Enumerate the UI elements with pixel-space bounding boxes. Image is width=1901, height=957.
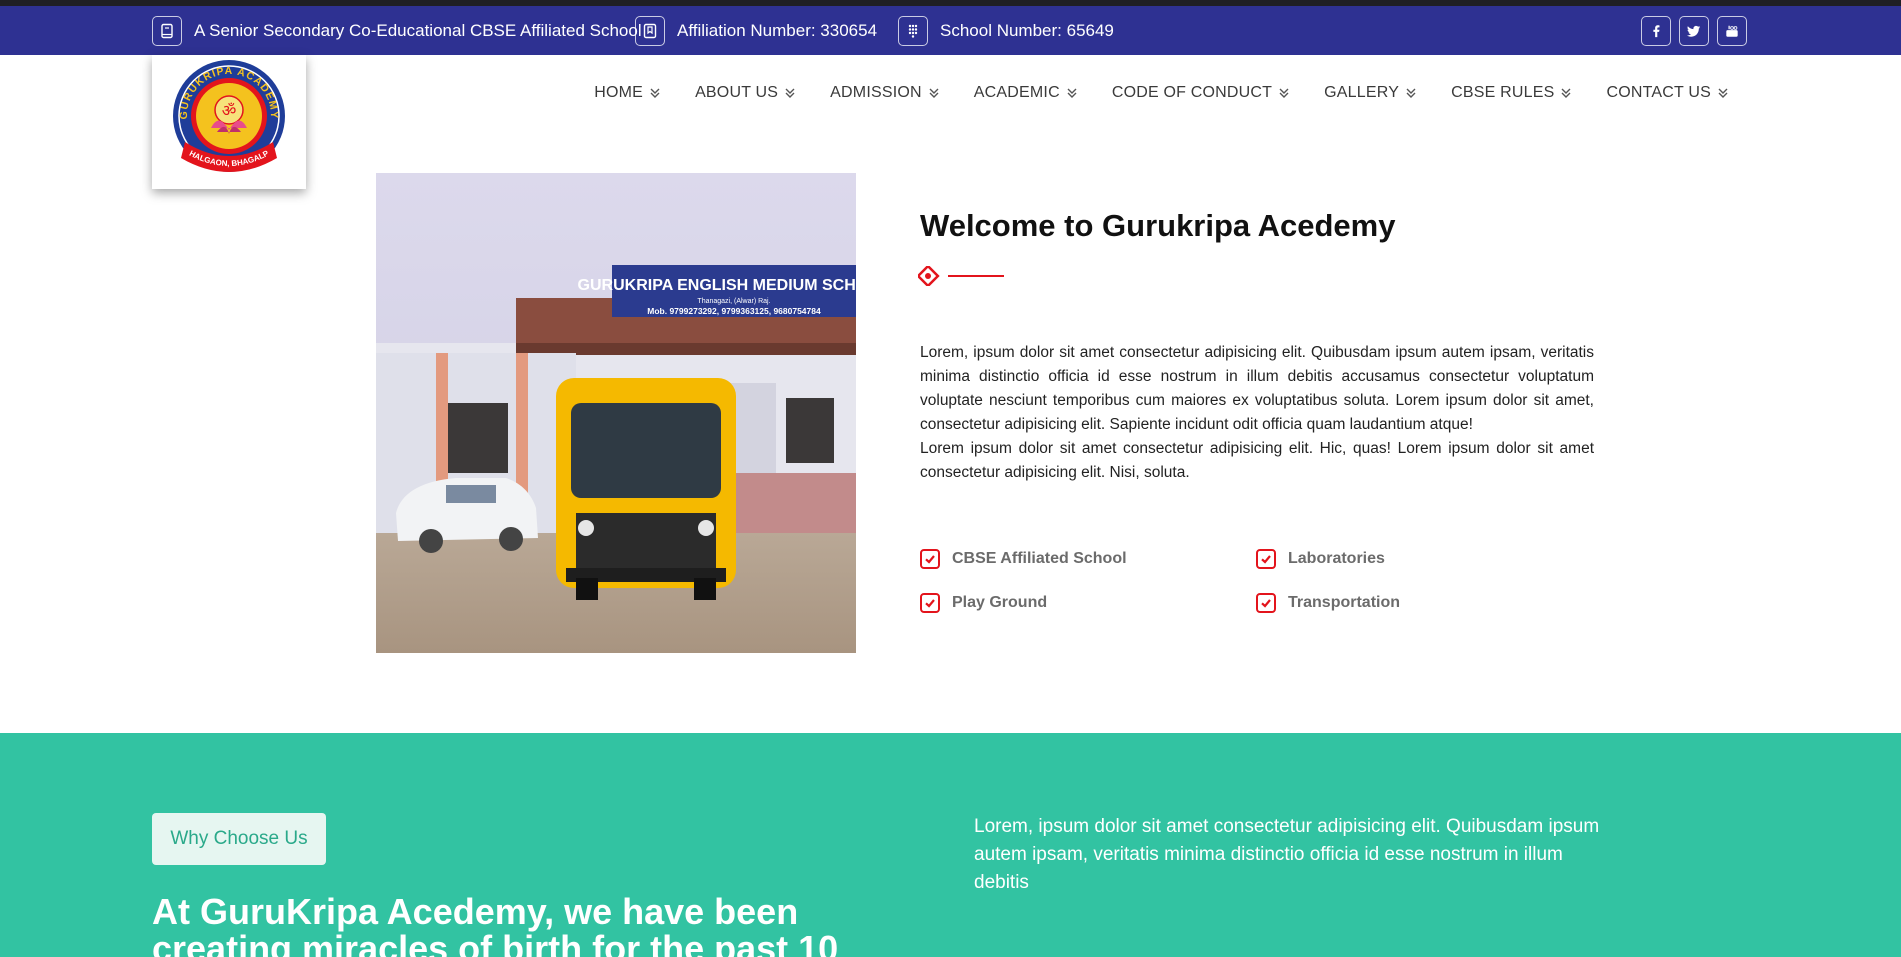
svg-text:Mob. 9799273292, 9799363125, 9: Mob. 9799273292, 9799363125, 9680754784 xyxy=(647,306,821,316)
info-bar: A Senior Secondary Co-Educational CBSE A… xyxy=(0,6,1901,55)
facebook-icon[interactable] xyxy=(1641,16,1671,46)
info-affiliation: Affiliation Number: 330654 xyxy=(635,16,877,46)
feature-label: Play Ground xyxy=(952,594,1048,611)
affiliation-text: Affiliation Number: 330654 xyxy=(677,21,878,40)
main-nav: HOME ABOUT US ADMISSION ACADEMIC CODE OF CON… xyxy=(594,84,1729,102)
school-number-text: School Number: 65649 xyxy=(940,21,1114,40)
title-divider xyxy=(918,266,1004,286)
feature-label: CBSE Affiliated School xyxy=(952,550,1127,567)
double-chevron-down-icon xyxy=(1561,88,1571,98)
svg-text:GURUKRIPA ENGLISH MEDIUM SCHOO: GURUKRIPA ENGLISH MEDIUM SCHOOL xyxy=(578,277,856,294)
nav-label: GALLERY xyxy=(1324,84,1400,101)
checkbox-icon xyxy=(920,593,940,613)
nav-label: HOME xyxy=(594,84,644,101)
nav-label: ADMISSION xyxy=(830,84,922,101)
nav-label: ABOUT US xyxy=(695,84,779,101)
nav-item-gallery[interactable]: GALLERY xyxy=(1324,84,1417,102)
book-icon xyxy=(152,16,182,46)
nav-item-academic[interactable]: ACADEMIC xyxy=(974,84,1078,102)
double-chevron-down-icon xyxy=(1406,88,1416,98)
logo-emblem: ॐ GURUKRIPA ACADEMY KAHALGAON, BHAGALPUR xyxy=(165,58,285,172)
why-choose-us-title: At GuruKripa Acedemy, we have been creat… xyxy=(152,891,839,957)
nav-label: CODE OF CONDUCT xyxy=(1111,84,1273,101)
welcome-paragraph-1: Lorem, ipsum dolor sit amet consectetur … xyxy=(920,344,1594,433)
feature-item: Play Ground xyxy=(920,593,1047,613)
school-building-photo: GURUKRIPA ENGLISH MEDIUM SCHOOL Thanagaz… xyxy=(376,173,856,653)
nav-item-home[interactable]: HOME xyxy=(594,84,661,102)
double-chevron-down-icon xyxy=(785,88,795,98)
feature-item: CBSE Affiliated School xyxy=(920,549,1127,569)
nav-label: CBSE RULES xyxy=(1451,84,1555,101)
svg-text:ॐ: ॐ xyxy=(222,101,237,120)
school-logo[interactable]: ॐ GURUKRIPA ACADEMY KAHALGAON, BHAGALPUR xyxy=(152,55,306,189)
double-chevron-down-icon xyxy=(929,88,939,98)
dial-grid-icon xyxy=(898,16,928,46)
double-chevron-down-icon xyxy=(1067,88,1077,98)
svg-text:Thanagazi, (Alwar) Raj.: Thanagazi, (Alwar) Raj. xyxy=(697,298,770,305)
youtube-icon[interactable] xyxy=(1717,16,1747,46)
info-school-number: School Number: 65649 xyxy=(898,16,1114,46)
feature-item: Laboratories xyxy=(1256,549,1385,569)
feature-item: Transportation xyxy=(1256,593,1400,613)
nav-item-about-us[interactable]: ABOUT US xyxy=(695,84,796,102)
nav-label: CONTACT US xyxy=(1606,84,1711,101)
checkbox-icon xyxy=(1256,593,1276,613)
nav-item-code-of-conduct[interactable]: CODE OF CONDUCT xyxy=(1112,84,1290,102)
why-choose-us-text: Lorem, ipsum dolor sit amet consectetur … xyxy=(974,816,1600,893)
nav-item-cbse-rules[interactable]: CBSE RULES xyxy=(1451,84,1572,102)
twitter-icon[interactable] xyxy=(1679,16,1709,46)
checkbox-icon xyxy=(920,549,940,569)
welcome-paragraph-2: Lorem ipsum dolor sit amet consectetur a… xyxy=(920,440,1594,481)
nav-item-admission[interactable]: ADMISSION xyxy=(830,84,940,102)
nav-item-contact-us[interactable]: CONTACT US xyxy=(1606,84,1729,102)
why-choose-us-badge: Why Choose Us xyxy=(152,813,326,865)
info-tagline: A Senior Secondary Co-Educational CBSE A… xyxy=(152,16,642,46)
welcome-title: Welcome to Gurukripa Acedemy xyxy=(920,208,1396,243)
feature-label: Laboratories xyxy=(1288,550,1385,567)
bookmark-icon xyxy=(635,16,665,46)
checkbox-icon xyxy=(1256,549,1276,569)
welcome-text: Lorem, ipsum dolor sit amet consectetur … xyxy=(920,341,1594,485)
double-chevron-down-icon xyxy=(650,88,660,98)
double-chevron-down-icon xyxy=(1279,88,1289,98)
feature-label: Transportation xyxy=(1288,594,1401,611)
double-chevron-down-icon xyxy=(1718,88,1728,98)
tagline-text: A Senior Secondary Co-Educational CBSE A… xyxy=(194,21,642,40)
nav-label: ACADEMIC xyxy=(973,84,1060,101)
why-choose-us-section: Why Choose Us At GuruKripa Acedemy, we h… xyxy=(0,733,1901,957)
